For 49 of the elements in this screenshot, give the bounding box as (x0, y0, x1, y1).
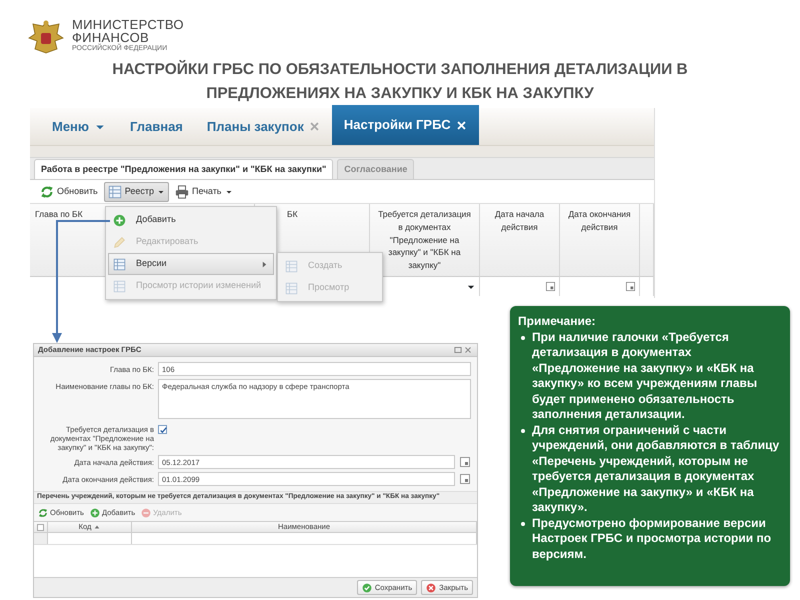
bullet-icon (521, 428, 525, 432)
menu-item[interactable]: Версии (108, 253, 274, 275)
bullet-icon (521, 336, 525, 340)
table-icon (285, 260, 298, 272)
nav-tab[interactable]: Настройки ГРБС (332, 105, 479, 145)
toolbar-button[interactable]: Обновить (36, 182, 102, 202)
checkbox[interactable] (158, 425, 167, 434)
table-icon (108, 184, 122, 198)
close-icon (426, 582, 436, 592)
close-icon[interactable] (463, 345, 473, 355)
column-header[interactable]: Требуется детализация в документах "Предложение на закупку" и "КБК на закупку" (370, 204, 480, 276)
plus-icon (113, 214, 126, 226)
nav-tab[interactable]: Главная (118, 108, 195, 145)
check-icon (362, 582, 372, 592)
note-text: При наличие галочки «Требуется детализация в документах «Предложение на закупку» и «КБК на закупку» ко всем учреждениям главы будет применено обязательность заполнения детализации. (532, 330, 758, 422)
filter-cell[interactable] (560, 276, 640, 296)
slide-title: НАСТРОЙКИ ГРБС ПО ОБЯЗАТЕЛЬНОСТИ ЗАПОЛНЕНИЯ ДЕТАЛИЗАЦИИ В (112, 59, 688, 80)
note-title: Примечание: (518, 314, 597, 330)
table-icon (113, 258, 126, 270)
printer-icon (175, 184, 190, 198)
minus-icon (141, 508, 152, 518)
filter-cell[interactable] (640, 276, 654, 296)
pencil-icon (113, 236, 126, 248)
table-icon (113, 280, 126, 292)
plus-icon (90, 508, 100, 518)
column-header[interactable]: Дата окончания действия (560, 204, 640, 276)
calendar-icon[interactable] (459, 456, 471, 468)
bullet-icon (521, 522, 525, 526)
logo-text: ФИНАНСОВ (72, 31, 150, 44)
sub-tab[interactable]: Работа в реестре "Предложения на закупки" и "КБК на закупки" (34, 158, 334, 179)
restore-icon[interactable] (453, 345, 463, 355)
calendar-icon[interactable] (459, 473, 471, 485)
filter-cell[interactable] (480, 276, 560, 296)
column-header[interactable]: Дата начала действия (480, 204, 560, 276)
checkbox[interactable] (37, 524, 44, 530)
row-selector-cell[interactable] (34, 533, 48, 544)
slide-title: ПРЕДЛОЖЕНИЯХ НА ЗАКУПКУ И КБК НА ЗАКУПКУ (206, 84, 594, 104)
note-text: Предусмотрено формирование версии Настроек ГРБС и просмотра истории по версиям. (532, 516, 772, 562)
logo-text: МИНИСТЕРСТВО (72, 18, 184, 31)
note-text: Для снятия ограничений с части учреждений, они добавляются в таблицу «Перечень учреждений, которым не требуется детализация в документах «Предложение на закупку» и «КБК на закупку». (532, 422, 780, 516)
calendar-icon[interactable] (625, 281, 636, 292)
table-icon (285, 282, 298, 294)
refresh-icon (38, 508, 48, 518)
calendar-icon[interactable] (545, 281, 556, 292)
nav-tab[interactable]: Планы закупок (194, 108, 332, 145)
refresh-icon (40, 184, 54, 198)
nav-tab[interactable]: Меню (40, 108, 118, 145)
toolbar-button[interactable]: Реестр (104, 182, 170, 202)
toolbar-button[interactable]: Печать (171, 182, 236, 202)
